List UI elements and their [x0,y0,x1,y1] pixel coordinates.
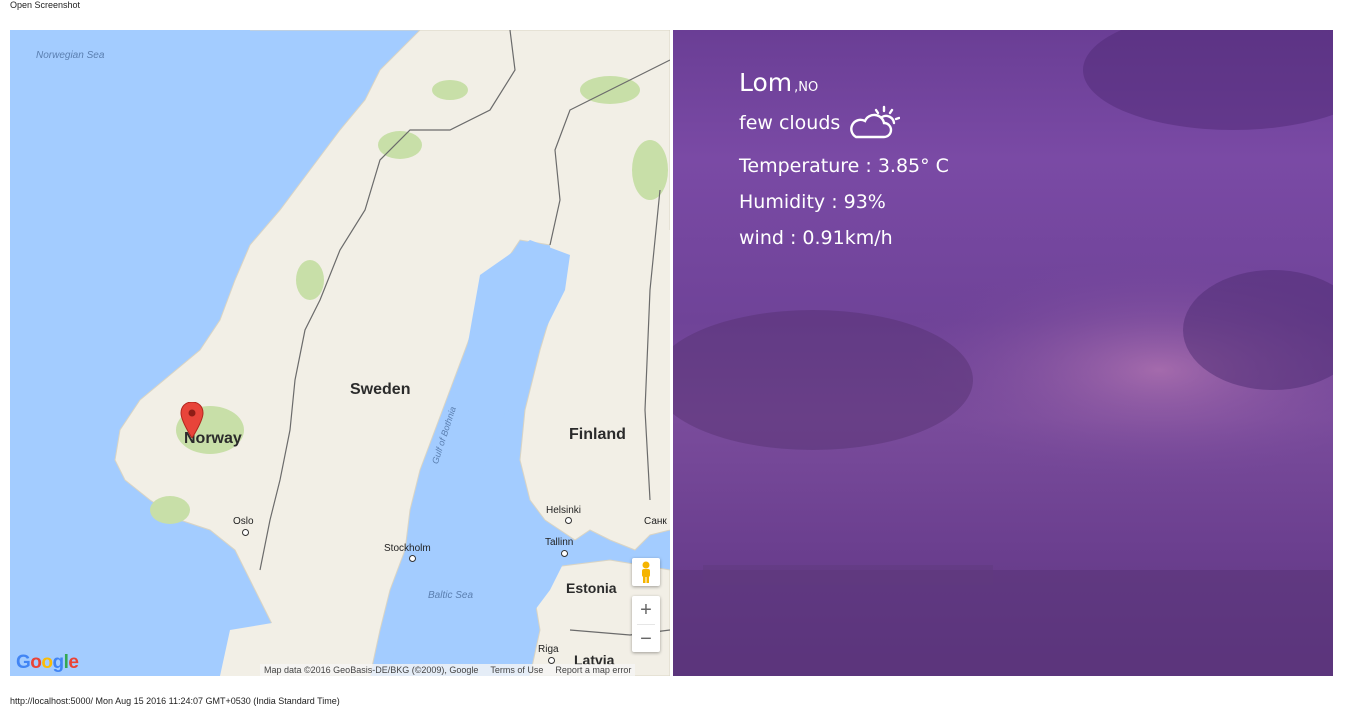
city-dot-helsinki [565,517,572,524]
description-line: few clouds [739,105,949,141]
report-error-link[interactable]: Report a map error [555,665,631,675]
open-screenshot-link[interactable]: Open Screenshot [10,0,80,10]
wind-text: wind : 0.91km/h [739,227,893,249]
label-tallinn: Tallinn [545,537,574,548]
partly-cloudy-icon [850,105,901,139]
weather-info: Lom ,NO few clouds Temperature : 3.85° C… [739,68,949,249]
location-line: Lom ,NO [739,68,949,97]
city-dot-stockholm [409,555,416,562]
label-finland: Finland [569,426,626,443]
label-sweden: Sweden [350,381,411,398]
label-stockholm: Stockholm [384,543,431,554]
terms-of-use-link[interactable]: Terms of Use [490,665,543,675]
zoom-controls: + − [632,596,660,652]
map-attribution: Map data ©2016 GeoBasis-DE/BKG (©2009), … [260,664,636,676]
map-data-text: Map data ©2016 GeoBasis-DE/BKG (©2009), … [264,665,479,675]
weather-panel: Lom ,NO few clouds Temperature : 3.85° C… [673,30,1333,676]
label-estonia: Estonia [566,580,617,596]
label-baltic-sea: Baltic Sea [428,590,474,601]
pegman-icon [642,561,650,583]
temperature-text: Temperature : 3.85° C [739,155,949,177]
zoom-in-button[interactable]: + [632,596,660,624]
label-norwegian-sea: Norwegian Sea [36,50,105,61]
page-url-timestamp: http://localhost:5000/ Mon Aug 15 2016 1… [10,696,340,706]
city-name: Lom [739,68,793,97]
weather-description: few clouds [739,112,841,134]
label-riga: Riga [538,644,559,655]
country-code: ,NO [794,80,819,95]
city-dot-tallinn [561,550,568,557]
humidity-text: Humidity : 93% [739,191,886,213]
label-sank: Санк [644,516,667,527]
city-dot-riga [548,657,555,664]
label-oslo: Oslo [233,516,254,527]
map-panel[interactable]: Norwegian Sea Sweden Norway Finland Esto… [10,30,670,676]
city-dot-oslo [242,529,249,536]
label-helsinki: Helsinki [546,505,582,516]
google-logo[interactable]: Google [16,652,79,674]
location-marker-icon[interactable] [180,402,204,438]
zoom-out-button[interactable]: − [632,625,660,653]
street-view-pegman-button[interactable] [632,558,660,586]
